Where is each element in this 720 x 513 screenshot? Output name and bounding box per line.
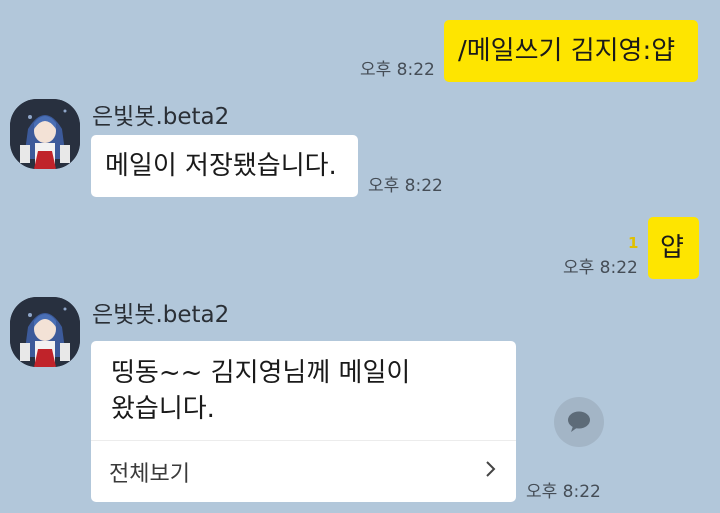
message-text: 얍 bbox=[660, 233, 684, 263]
my-message-bubble[interactable]: /메일쓰기 김지영:얍 bbox=[444, 20, 698, 82]
view-all-label: 전체보기 bbox=[109, 461, 190, 487]
message-time: 오후 8:22 bbox=[360, 60, 435, 80]
sender-name: 은빛봇.beta2 bbox=[92, 302, 230, 328]
bot-avatar-icon[interactable] bbox=[10, 99, 80, 169]
speech-bubble-share-icon[interactable] bbox=[554, 397, 604, 447]
message-time: 오후 8:22 bbox=[563, 258, 638, 278]
message-text: /메일쓰기 김지영:얍 bbox=[458, 36, 676, 66]
mail-notification-card[interactable]: 띵동~~ 김지영님께 메일이 왔습니다. 전체보기 bbox=[91, 341, 516, 502]
bot-message-bubble[interactable]: 메일이 저장됐습니다. bbox=[91, 135, 358, 197]
chevron-right-icon bbox=[484, 459, 498, 485]
message-time: 오후 8:22 bbox=[368, 176, 443, 196]
sender-name: 은빛봇.beta2 bbox=[92, 104, 230, 130]
bot-avatar-icon[interactable] bbox=[10, 297, 80, 367]
unread-count: 1 bbox=[628, 234, 639, 252]
my-message-bubble[interactable]: 얍 bbox=[648, 217, 699, 279]
message-text: 메일이 저장됐습니다. bbox=[105, 151, 337, 181]
message-time: 오후 8:22 bbox=[526, 482, 601, 502]
card-message-text: 띵동~~ 김지영님께 메일이 왔습니다. bbox=[111, 358, 411, 424]
view-all-link[interactable]: 전체보기 bbox=[91, 441, 516, 502]
